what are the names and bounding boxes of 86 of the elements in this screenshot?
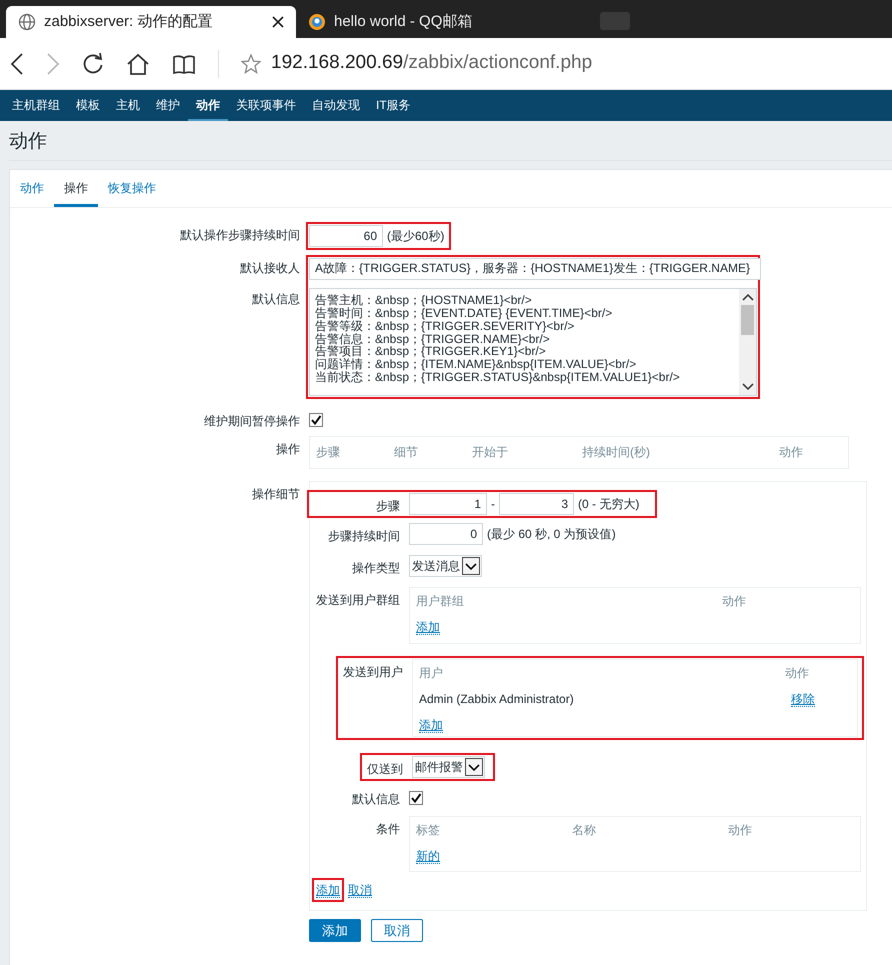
home-icon[interactable] bbox=[126, 52, 150, 74]
checkbox[interactable] bbox=[309, 412, 323, 427]
column-header: 动作 bbox=[779, 444, 804, 461]
star-icon[interactable] bbox=[241, 54, 261, 74]
field-label: 操作类型 bbox=[352, 560, 400, 575]
nav-item[interactable]: 维护 bbox=[148, 90, 188, 121]
field-label: 操作 bbox=[276, 442, 300, 456]
book-icon[interactable] bbox=[172, 54, 196, 74]
nav-item[interactable]: 动作 bbox=[188, 90, 228, 121]
text-line: 问题详情：&nbsp；{ITEM.NAME}&nbsp{ITEM.VALUE}<br/> bbox=[315, 358, 638, 372]
input-field[interactable]: 1 bbox=[409, 492, 487, 515]
user-name: Admin (Zabbix Administrator) bbox=[419, 690, 575, 708]
input-field[interactable]: 3 bbox=[499, 492, 574, 515]
column-header: 动作 bbox=[722, 592, 747, 610]
tab-title: zabbixserver: 动作的配置 bbox=[44, 12, 214, 32]
nav-item[interactable]: 主机群组 bbox=[4, 90, 68, 121]
column-header: 持续时间(秒) bbox=[582, 444, 651, 461]
hint-text: (最少60秒) bbox=[386, 228, 446, 245]
text-line: 告警项目：&nbsp；{TRIGGER.KEY1}<br/> bbox=[315, 345, 546, 358]
globe-icon bbox=[18, 13, 36, 31]
column-header: 步骤 bbox=[316, 444, 341, 461]
field-label: 仅送到 bbox=[367, 762, 403, 776]
add-link[interactable]: 添加 bbox=[416, 620, 440, 635]
form-tab[interactable]: 动作 bbox=[10, 170, 54, 207]
text-line: 当前状态：&nbsp；{TRIGGER.STATUS}&nbsp{ITEM.VALUE1}<br/> bbox=[315, 371, 681, 384]
column-header: 细节 bbox=[394, 444, 419, 461]
new-link[interactable]: 新的 bbox=[416, 848, 440, 864]
column-header: 动作 bbox=[728, 822, 753, 839]
field-label: 默认接收人 bbox=[239, 260, 300, 277]
field-label: 步骤 bbox=[376, 498, 400, 513]
form-tab[interactable]: 恢复操作 bbox=[98, 170, 166, 207]
remove-link[interactable]: 移除 bbox=[791, 692, 815, 707]
select-field[interactable]: 邮件报警 bbox=[412, 756, 485, 778]
scroll-up-icon[interactable] bbox=[742, 292, 754, 301]
select-field[interactable]: 发送消息 bbox=[409, 554, 482, 577]
circle-logo-icon bbox=[308, 13, 326, 31]
scroll-thumb[interactable] bbox=[741, 304, 754, 335]
field-label: 默认操作步骤持续时间 bbox=[180, 228, 300, 242]
field-label: 发送到用户 bbox=[343, 664, 403, 679]
column-header: 名称 bbox=[572, 822, 597, 839]
browser-tab[interactable]: zabbixserver: 动作的配置 bbox=[6, 6, 296, 38]
add-link[interactable]: 添加 bbox=[419, 718, 443, 733]
field-label: 默认信息 bbox=[251, 290, 300, 308]
column-header: 动作 bbox=[785, 664, 810, 682]
caret-icon bbox=[462, 556, 480, 575]
field-label: 操作细节 bbox=[252, 486, 300, 501]
text-line: 告警等级：&nbsp；{TRIGGER.SEVERITY}<br/> bbox=[315, 320, 574, 333]
field-label: 维护期间暂停操作 bbox=[204, 414, 300, 428]
scrollbar[interactable] bbox=[739, 288, 756, 395]
input-field[interactable]: 0 bbox=[409, 522, 483, 545]
input-field[interactable]: A故障：{TRIGGER.STATUS}，服务器：{HOSTNAME1}发生：{TRIGGER.NAME} bbox=[309, 258, 761, 280]
action-link[interactable]: 添加 bbox=[316, 882, 340, 898]
column-header: 标签 bbox=[416, 822, 441, 839]
caret-icon bbox=[465, 758, 483, 776]
field-label: 发送到用户群组 bbox=[316, 592, 400, 607]
close-icon[interactable] bbox=[272, 16, 284, 28]
separator-text: - bbox=[490, 496, 496, 513]
nav-item[interactable]: 关联项事件 bbox=[228, 90, 304, 121]
text-line: 告警主机：&nbsp；{HOSTNAME1}<br/> bbox=[315, 294, 533, 307]
input-field[interactable]: 60 bbox=[309, 224, 383, 247]
browser-tab[interactable]: hello world - QQ邮箱 bbox=[296, 6, 586, 38]
cancel-button[interactable]: 取消 bbox=[371, 918, 423, 942]
text-line: 告警信息：&nbsp；{TRIGGER.NAME}<br/> bbox=[315, 332, 550, 346]
scroll-down-icon[interactable] bbox=[742, 382, 754, 391]
field-label: 步骤持续时间 bbox=[328, 528, 400, 543]
tab-title: hello world - QQ邮箱 bbox=[334, 12, 474, 32]
column-header: 用户群组 bbox=[416, 592, 465, 610]
nav-item[interactable]: 模板 bbox=[68, 90, 108, 121]
text-line: 告警时间：&nbsp；{EVENT.DATE} {EVENT.TIME}<br/> bbox=[315, 306, 614, 320]
page-title: 动作 bbox=[8, 130, 48, 154]
message-textarea[interactable] bbox=[309, 288, 757, 396]
nav-item[interactable]: 主机 bbox=[108, 90, 148, 121]
reload-icon[interactable] bbox=[82, 52, 104, 74]
action-link[interactable]: 取消 bbox=[348, 882, 372, 898]
hint-text: (0 - 无穷大) bbox=[577, 496, 640, 513]
nav-item[interactable]: IT服务 bbox=[368, 90, 419, 121]
form-tab[interactable]: 操作 bbox=[54, 170, 98, 207]
checkbox[interactable] bbox=[409, 790, 423, 805]
hint-text: (最少 60 秒, 0 为预设值) bbox=[486, 526, 617, 543]
field-label: 默认信息 bbox=[352, 792, 400, 806]
back-icon[interactable] bbox=[10, 52, 24, 76]
nav-item[interactable]: 自动发现 bbox=[304, 90, 368, 121]
add-button[interactable]: 添加 bbox=[309, 918, 361, 942]
field-label: 条件 bbox=[376, 822, 400, 836]
column-header: 开始于 bbox=[472, 444, 509, 461]
column-header: 用户 bbox=[419, 664, 444, 682]
